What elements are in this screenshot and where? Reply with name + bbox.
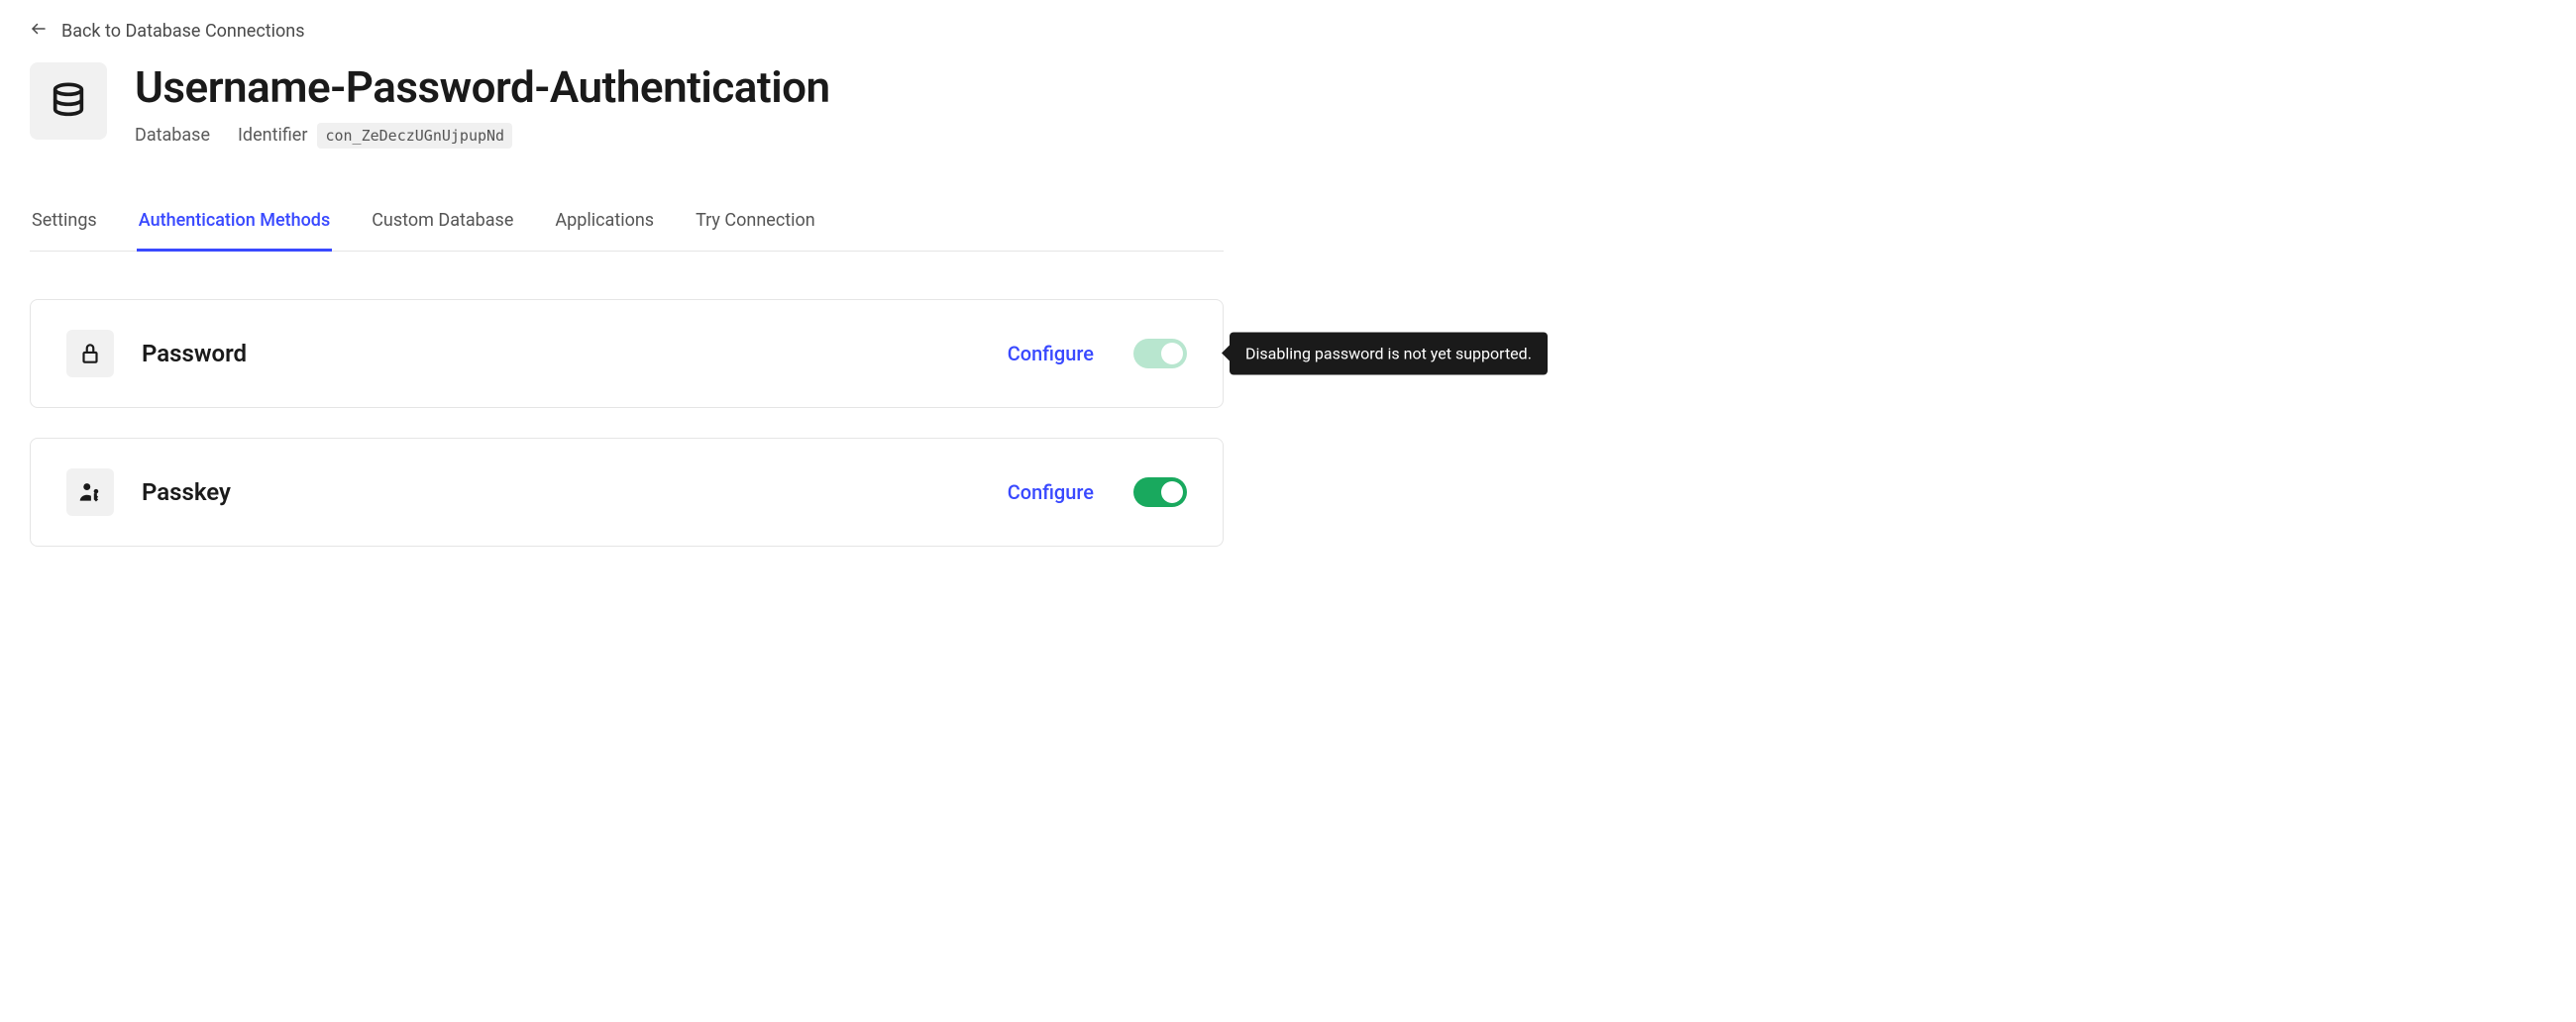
connection-meta: Database Identifier con_ZeDeczUGnUjpupNd [135,123,830,149]
password-toggle[interactable] [1133,339,1187,368]
connection-header: Username-Password-Authentication Databas… [30,62,2546,149]
identifier-value[interactable]: con_ZeDeczUGnUjpupNd [317,123,512,149]
identifier-label: Identifier [238,125,307,146]
arrow-left-icon [30,20,48,43]
auth-method-title: Password [142,340,1008,367]
database-icon [30,62,107,140]
tab-try-connection[interactable]: Try Connection [694,200,817,252]
passkey-icon [66,468,114,516]
connection-type-label: Database [135,125,210,146]
configure-password-link[interactable]: Configure [1008,342,1094,365]
tab-settings[interactable]: Settings [30,200,99,252]
toggle-knob [1161,343,1183,364]
lock-icon [66,330,114,377]
configure-passkey-link[interactable]: Configure [1008,480,1094,504]
tab-custom-database[interactable]: Custom Database [370,200,515,252]
auth-method-password: Password Configure Disabling password is… [30,299,1224,408]
page-title: Username-Password-Authentication [135,62,830,113]
toggle-knob [1161,481,1183,503]
auth-method-passkey: Passkey Configure [30,438,1224,547]
password-toggle-tooltip: Disabling password is not yet supported. [1230,332,1548,374]
back-to-connections-link[interactable]: Back to Database Connections [30,20,305,43]
passkey-toggle[interactable] [1133,477,1187,507]
tab-applications[interactable]: Applications [553,200,656,252]
auth-methods-list: Password Configure Disabling password is… [30,299,1224,547]
back-link-label: Back to Database Connections [61,21,305,42]
tabs: Settings Authentication Methods Custom D… [30,200,1224,252]
tab-authentication-methods[interactable]: Authentication Methods [137,200,332,252]
auth-method-title: Passkey [142,478,1008,506]
